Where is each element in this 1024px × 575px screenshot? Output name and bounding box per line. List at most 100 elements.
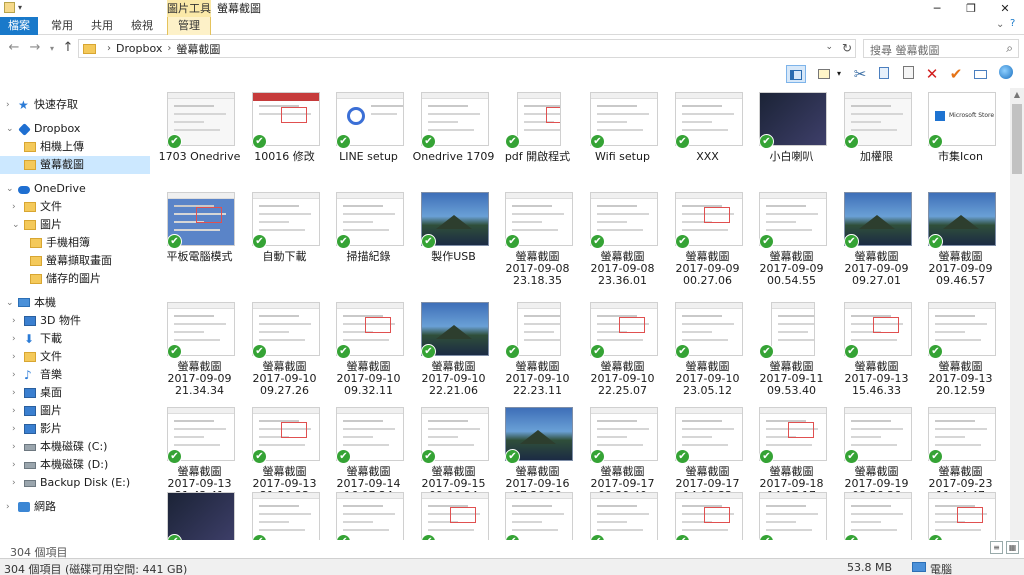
sidebar-item-pictures[interactable]: › 圖片	[0, 402, 150, 420]
network-globe-icon[interactable]	[996, 65, 1016, 83]
help-icon[interactable]: ?	[1010, 18, 1015, 29]
new-folder-icon[interactable]	[4, 2, 15, 13]
rename-check-icon[interactable]: ✔	[946, 65, 966, 83]
tab-file[interactable]: 檔案	[0, 17, 38, 35]
properties-panel-icon[interactable]	[970, 65, 990, 83]
file-name: 螢幕截圖 2017-09-09 09.27.01	[834, 251, 919, 287]
file-time-line: 00.27.06	[683, 274, 732, 287]
minimize-button[interactable]: ─	[920, 0, 954, 17]
breadcrumb-separator-icon[interactable]: ›	[107, 43, 111, 54]
scroll-up-arrow-icon[interactable]: ▲	[1010, 88, 1024, 102]
sync-status-check-icon: ✔	[167, 344, 182, 359]
sidebar-item-saved-pictures[interactable]: 儲存的圖片	[0, 270, 150, 288]
chevron-right-icon[interactable]: ›	[12, 348, 16, 366]
chevron-right-icon[interactable]: ›	[12, 312, 16, 330]
chevron-right-icon[interactable]: ›	[12, 198, 16, 216]
up-arrow-icon[interactable]: ↑	[60, 40, 76, 55]
close-button[interactable]: ✕	[988, 0, 1022, 17]
file-name: pdf 開啟程式	[495, 151, 580, 163]
navigation-pane-toggle-icon[interactable]	[786, 65, 806, 83]
chevron-right-icon[interactable]: ›	[12, 474, 16, 492]
chevron-right-icon[interactable]: ›	[12, 366, 16, 384]
refresh-icon[interactable]: ↻	[842, 41, 852, 55]
chevron-down-icon[interactable]: ⌄	[6, 294, 14, 312]
chevron-right-icon[interactable]: ›	[12, 402, 16, 420]
sidebar-item-drive-d[interactable]: › 本機磁碟 (D:)	[0, 456, 150, 474]
breadcrumb-dropbox[interactable]: Dropbox	[116, 42, 162, 55]
sync-status-check-icon: ✔	[675, 234, 690, 249]
sidebar-item-onedrive[interactable]: ⌄ OneDrive	[0, 180, 150, 198]
customize-toolbar-dropdown-icon[interactable]: ▾	[18, 3, 22, 12]
file-name: 螢幕截圖 2017-09-11 09.53.40	[749, 361, 834, 397]
sidebar-item-phone-album[interactable]: 手機相簿	[0, 234, 150, 252]
file-name: Onedrive 1709	[411, 151, 496, 163]
chevron-right-icon[interactable]: ›	[6, 96, 10, 114]
tab-view[interactable]: 檢視	[126, 17, 158, 35]
sync-status-check-icon: ✔	[844, 134, 859, 149]
chevron-down-icon[interactable]: ⌄	[12, 216, 20, 234]
breadcrumb-current-folder[interactable]: 螢幕截圖	[176, 41, 220, 57]
chevron-right-icon[interactable]: ›	[12, 420, 16, 438]
sidebar-item-downloads[interactable]: › ⬇ 下載	[0, 330, 150, 348]
restore-button[interactable]: ❐	[954, 0, 988, 17]
sidebar-item-3d-objects[interactable]: › 3D 物件	[0, 312, 150, 330]
file-time-line: 23.36.01	[598, 274, 647, 287]
chevron-right-icon[interactable]: ›	[12, 438, 16, 456]
sidebar-item-camera-uploads[interactable]: 相機上傳	[0, 138, 150, 156]
sidebar-item-drive-c[interactable]: › 本機磁碟 (C:)	[0, 438, 150, 456]
sidebar-item-label: 儲存的圖片	[46, 272, 101, 285]
back-arrow-icon[interactable]: ←	[6, 40, 22, 55]
tab-share[interactable]: 共用	[86, 17, 118, 35]
sidebar-item-videos[interactable]: › 影片	[0, 420, 150, 438]
sidebar-item-music[interactable]: › ♪ 音樂	[0, 366, 150, 384]
vertical-scrollbar[interactable]: ▲	[1010, 88, 1024, 540]
sync-status-check-icon: ✔	[336, 134, 351, 149]
sidebar-item-drive-e[interactable]: › Backup Disk (E:)	[0, 474, 150, 492]
file-thumbnail	[167, 492, 235, 540]
delete-icon[interactable]: ✕	[922, 65, 942, 83]
chevron-right-icon[interactable]: ›	[12, 384, 16, 402]
chevron-down-icon[interactable]: ⌄	[6, 120, 14, 138]
sync-status-check-icon: ✔	[421, 449, 436, 464]
sync-status-check-icon: ✔	[675, 449, 690, 464]
sidebar-item-desktop[interactable]: › 桌面	[0, 384, 150, 402]
search-icon[interactable]: ⌕	[1006, 41, 1013, 56]
sidebar-item-this-pc[interactable]: ⌄ 本機	[0, 294, 150, 312]
file-name: 螢幕截圖 2017-09-08 23.18.35	[495, 251, 580, 287]
tab-home[interactable]: 常用	[46, 17, 78, 35]
sidebar-item-label: 圖片	[40, 218, 62, 231]
sidebar-item-screenshots[interactable]: 螢幕截圖	[0, 156, 150, 174]
expand-ribbon-icon[interactable]: ⌄	[996, 19, 1004, 30]
sidebar-item-screen-captures[interactable]: 螢幕擷取畫面	[0, 252, 150, 270]
document-icon	[24, 352, 36, 362]
cut-icon[interactable]: ✂	[850, 65, 870, 83]
address-bar[interactable]: › Dropbox › 螢幕截圖 ⌄ ↻	[78, 39, 856, 58]
file-time-line: 22.21.06	[429, 384, 478, 397]
chevron-right-icon[interactable]: ›	[6, 498, 10, 516]
chevron-right-icon[interactable]: ›	[12, 456, 16, 474]
sync-status-check-icon: ✔	[421, 344, 436, 359]
tab-manage[interactable]: 管理	[167, 17, 211, 35]
sidebar-item-dropbox[interactable]: ⌄ Dropbox	[0, 120, 150, 138]
layout-dropdown-icon[interactable]: ▾	[834, 65, 844, 83]
sidebar-item-onedrive-pictures[interactable]: ⌄ 圖片	[0, 216, 150, 234]
sidebar-item-documents[interactable]: › 文件	[0, 348, 150, 366]
details-view-icon[interactable]: ≡	[990, 541, 1003, 554]
address-history-dropdown-icon[interactable]: ⌄	[825, 42, 833, 52]
sidebar-item-onedrive-documents[interactable]: › 文件	[0, 198, 150, 216]
sidebar-item-quick-access[interactable]: › ★ 快速存取	[0, 96, 150, 114]
paste-icon[interactable]	[898, 65, 918, 83]
folder-icon	[83, 43, 96, 54]
large-icons-view-icon[interactable]: ▦	[1006, 541, 1019, 554]
scrollbar-thumb[interactable]	[1012, 104, 1022, 174]
copy-icon[interactable]	[874, 65, 894, 83]
sidebar-item-network[interactable]: › 網路	[0, 498, 150, 516]
forward-arrow-icon[interactable]: →	[27, 40, 43, 55]
search-box[interactable]: 搜尋 螢幕截圖 ⌕	[863, 39, 1019, 58]
breadcrumb-separator-icon[interactable]: ›	[167, 43, 171, 54]
file-thumbnail	[505, 492, 573, 540]
chevron-right-icon[interactable]: ›	[12, 330, 16, 348]
chevron-down-icon[interactable]: ⌄	[6, 180, 14, 198]
recent-locations-icon[interactable]: ▾	[44, 44, 60, 53]
layout-icon[interactable]	[814, 65, 834, 83]
